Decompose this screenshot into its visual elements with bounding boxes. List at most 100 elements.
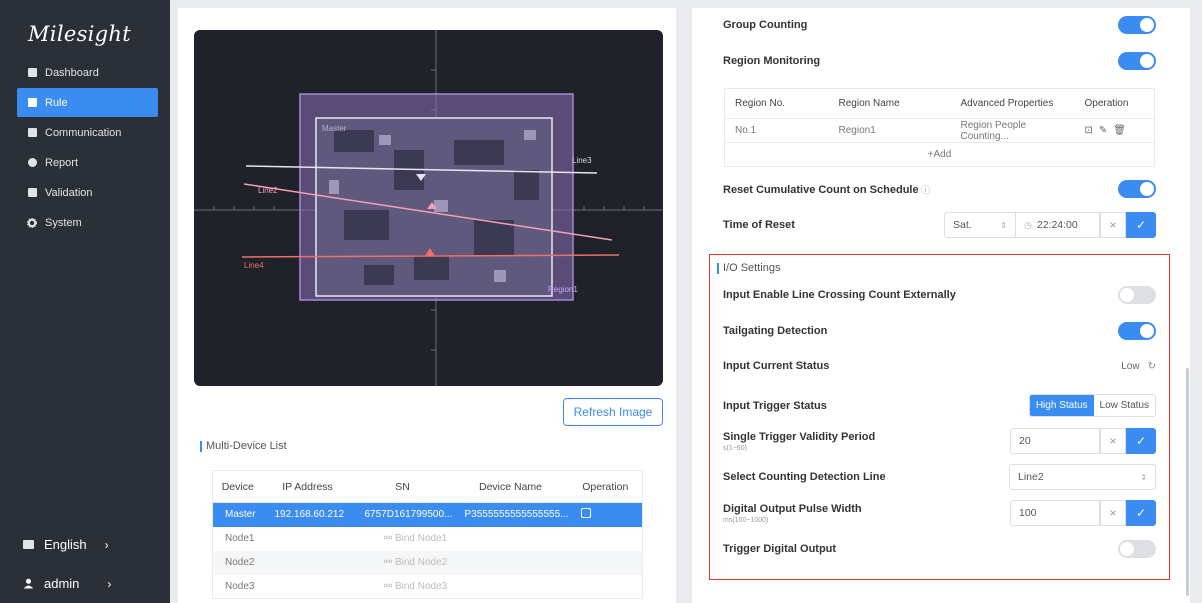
input-current-row: Input Current Status Low ↻ [723, 360, 1156, 372]
input-current-status: Low ↻ [1121, 361, 1156, 372]
confirm-icon[interactable]: ✓ [1126, 428, 1156, 454]
camera-preview[interactable]: Master Line3 Line2 Line4 Region1 [194, 30, 663, 386]
add-region-button[interactable]: +Add [724, 142, 1155, 167]
user-icon [22, 578, 34, 589]
input-enable-toggle[interactable] [1118, 286, 1156, 304]
edit-icon[interactable] [580, 508, 591, 519]
settings-panel: Group Counting Region Monitoring Region … [692, 8, 1190, 603]
tailgating-label: Tailgating Detection [723, 325, 828, 337]
select-line-row: Select Counting Detection Line Line2 ⇕ [723, 464, 1156, 490]
trigger-output-toggle[interactable] [1118, 540, 1156, 558]
reset-time-input[interactable]: ◷ 22:24:00 [1016, 212, 1100, 238]
low-status-option[interactable]: Low Status [1094, 395, 1155, 416]
column-header: Region Name [828, 88, 951, 119]
reset-day-value: Sat. [953, 219, 972, 231]
single-trigger-hint: s(1~60) [723, 444, 747, 452]
region-no-cell: No.1 [724, 118, 829, 143]
detection-overlay: Master Line3 Line2 Line4 Region1 [194, 30, 663, 386]
cancel-icon[interactable]: × [1100, 212, 1126, 238]
pulse-width-input[interactable]: 100 [1010, 500, 1100, 526]
bind-node-link[interactable]: Bind Node1 [395, 533, 447, 544]
rule-icon [27, 98, 37, 108]
input-enable-label: Input Enable Line Crossing Count Externa… [723, 289, 956, 301]
sidebar-item-dashboard[interactable]: Dashboard [17, 58, 158, 87]
settings-scrollbar[interactable] [1186, 368, 1189, 596]
high-status-option[interactable]: High Status [1029, 395, 1094, 416]
bind-node-cell[interactable]: ⚯ Bind Node2 [262, 550, 569, 575]
language-selector[interactable]: English › [22, 537, 109, 552]
column-header: Operation [568, 470, 643, 503]
sidebar-item-report[interactable]: Report [17, 148, 158, 177]
edit-icon[interactable]: ✎ [1099, 125, 1113, 136]
settings-icon[interactable]: ⊡ [1085, 125, 1099, 136]
device-cell: Node2 [212, 550, 263, 575]
sidebar-item-label: System [45, 216, 82, 229]
language-label: English [44, 537, 87, 552]
chevron-right-icon: › [104, 537, 109, 552]
user-menu[interactable]: admin › [22, 576, 111, 591]
sidebar-item-validation[interactable]: Validation [17, 178, 158, 207]
reset-schedule-toggle[interactable] [1118, 180, 1156, 198]
group-counting-toggle[interactable] [1118, 16, 1156, 34]
bind-node-link[interactable]: Bind Node2 [395, 557, 447, 568]
device-cell: Node3 [225, 580, 255, 592]
column-header: Operation [1074, 88, 1155, 119]
multi-device-table: Device IP Address SN Device Name Operati… [212, 470, 643, 599]
single-trigger-input[interactable]: 20 [1010, 428, 1100, 454]
sidebar-item-rule[interactable]: Rule [17, 88, 158, 117]
column-header: Advanced Properties [950, 88, 1075, 119]
confirm-icon[interactable]: ✓ [1126, 212, 1156, 238]
link-icon: ⚯ [383, 557, 395, 568]
add-row: +Add [724, 142, 1155, 167]
column-header: Region No. [724, 88, 829, 119]
single-trigger-label: Single Trigger Validity Period s(1~60) [723, 430, 876, 452]
tailgating-toggle[interactable] [1118, 322, 1156, 340]
info-icon[interactable]: ⓘ [919, 185, 930, 195]
region-monitoring-toggle[interactable] [1118, 52, 1156, 70]
spinner-icon: ⇕ [1140, 472, 1147, 482]
input-current-label: Input Current Status [723, 360, 830, 372]
table-row[interactable]: Node1 ⚯ Bind Node1 [213, 527, 643, 551]
refresh-icon[interactable]: ↻ [1148, 361, 1156, 372]
operation-cell: ⊡✎🗑 [1074, 118, 1155, 143]
section-title-text: I/O Settings [723, 262, 781, 274]
tailgating-row: Tailgating Detection [723, 322, 1156, 340]
table-header-row: Region No. Region Name Advanced Properti… [724, 88, 1155, 119]
time-of-reset-row: Time of Reset Sat. ⇕ ◷ 22:24:00 × ✓ [723, 212, 1156, 238]
region-monitoring-row: Region Monitoring [723, 52, 1156, 70]
refresh-image-button[interactable]: Refresh Image [563, 398, 663, 426]
reset-day-select[interactable]: Sat. ⇕ [944, 212, 1016, 238]
single-trigger-controls: 20 × ✓ [1010, 428, 1156, 454]
pulse-width-label: Digital Output Pulse Width ms(100~1000) [723, 502, 862, 524]
bind-node-cell[interactable]: ⚯ Bind Node1 [263, 527, 569, 551]
table-row[interactable]: Node3 ⚯ Bind Node3 [213, 575, 643, 599]
cancel-icon[interactable]: × [1100, 500, 1126, 526]
bind-node-link[interactable]: Bind Node3 [395, 581, 447, 592]
trigger-status-segmented: High Status Low Status [1028, 394, 1156, 417]
table-row[interactable]: No.1 Region1 Region People Counting... ⊡… [724, 118, 1155, 143]
clock-icon: ◷ [1024, 219, 1032, 230]
line2-label: Line2 [258, 186, 278, 195]
sidebar-item-label: Dashboard [45, 66, 99, 79]
sidebar-item-system[interactable]: System [17, 208, 158, 237]
line3-label: Line3 [572, 156, 592, 165]
table-header-row: Device IP Address SN Device Name Operati… [212, 470, 643, 503]
delete-icon[interactable]: 🗑 [1113, 125, 1132, 136]
select-line-value: Line2 [1018, 471, 1044, 483]
input-enable-row: Input Enable Line Crossing Count Externa… [723, 286, 1156, 304]
table-row[interactable]: Master 192.168.60.212 6757D161799500... … [212, 502, 643, 527]
input-trigger-label: Input Trigger Status [723, 399, 827, 412]
bind-node-cell[interactable]: ⚯ Bind Node3 [263, 575, 569, 599]
reset-schedule-label: Reset Cumulative Count on Schedule ⓘ [723, 183, 931, 196]
validation-icon [27, 188, 37, 198]
select-line-dropdown[interactable]: Line2 ⇕ [1009, 464, 1156, 490]
link-icon: ⚯ [383, 533, 395, 544]
sidebar-item-communication[interactable]: Communication [17, 118, 158, 147]
cancel-icon[interactable]: × [1100, 428, 1126, 454]
preview-panel: Master Line3 Line2 Line4 Region1 Refresh… [178, 8, 676, 603]
milesight-logo: Milesight [28, 22, 131, 46]
operation-cell [568, 550, 643, 575]
table-row[interactable]: Node2 ⚯ Bind Node2 [212, 550, 643, 575]
single-trigger-row: Single Trigger Validity Period s(1~60) 2… [723, 428, 1156, 454]
confirm-icon[interactable]: ✓ [1126, 500, 1156, 526]
